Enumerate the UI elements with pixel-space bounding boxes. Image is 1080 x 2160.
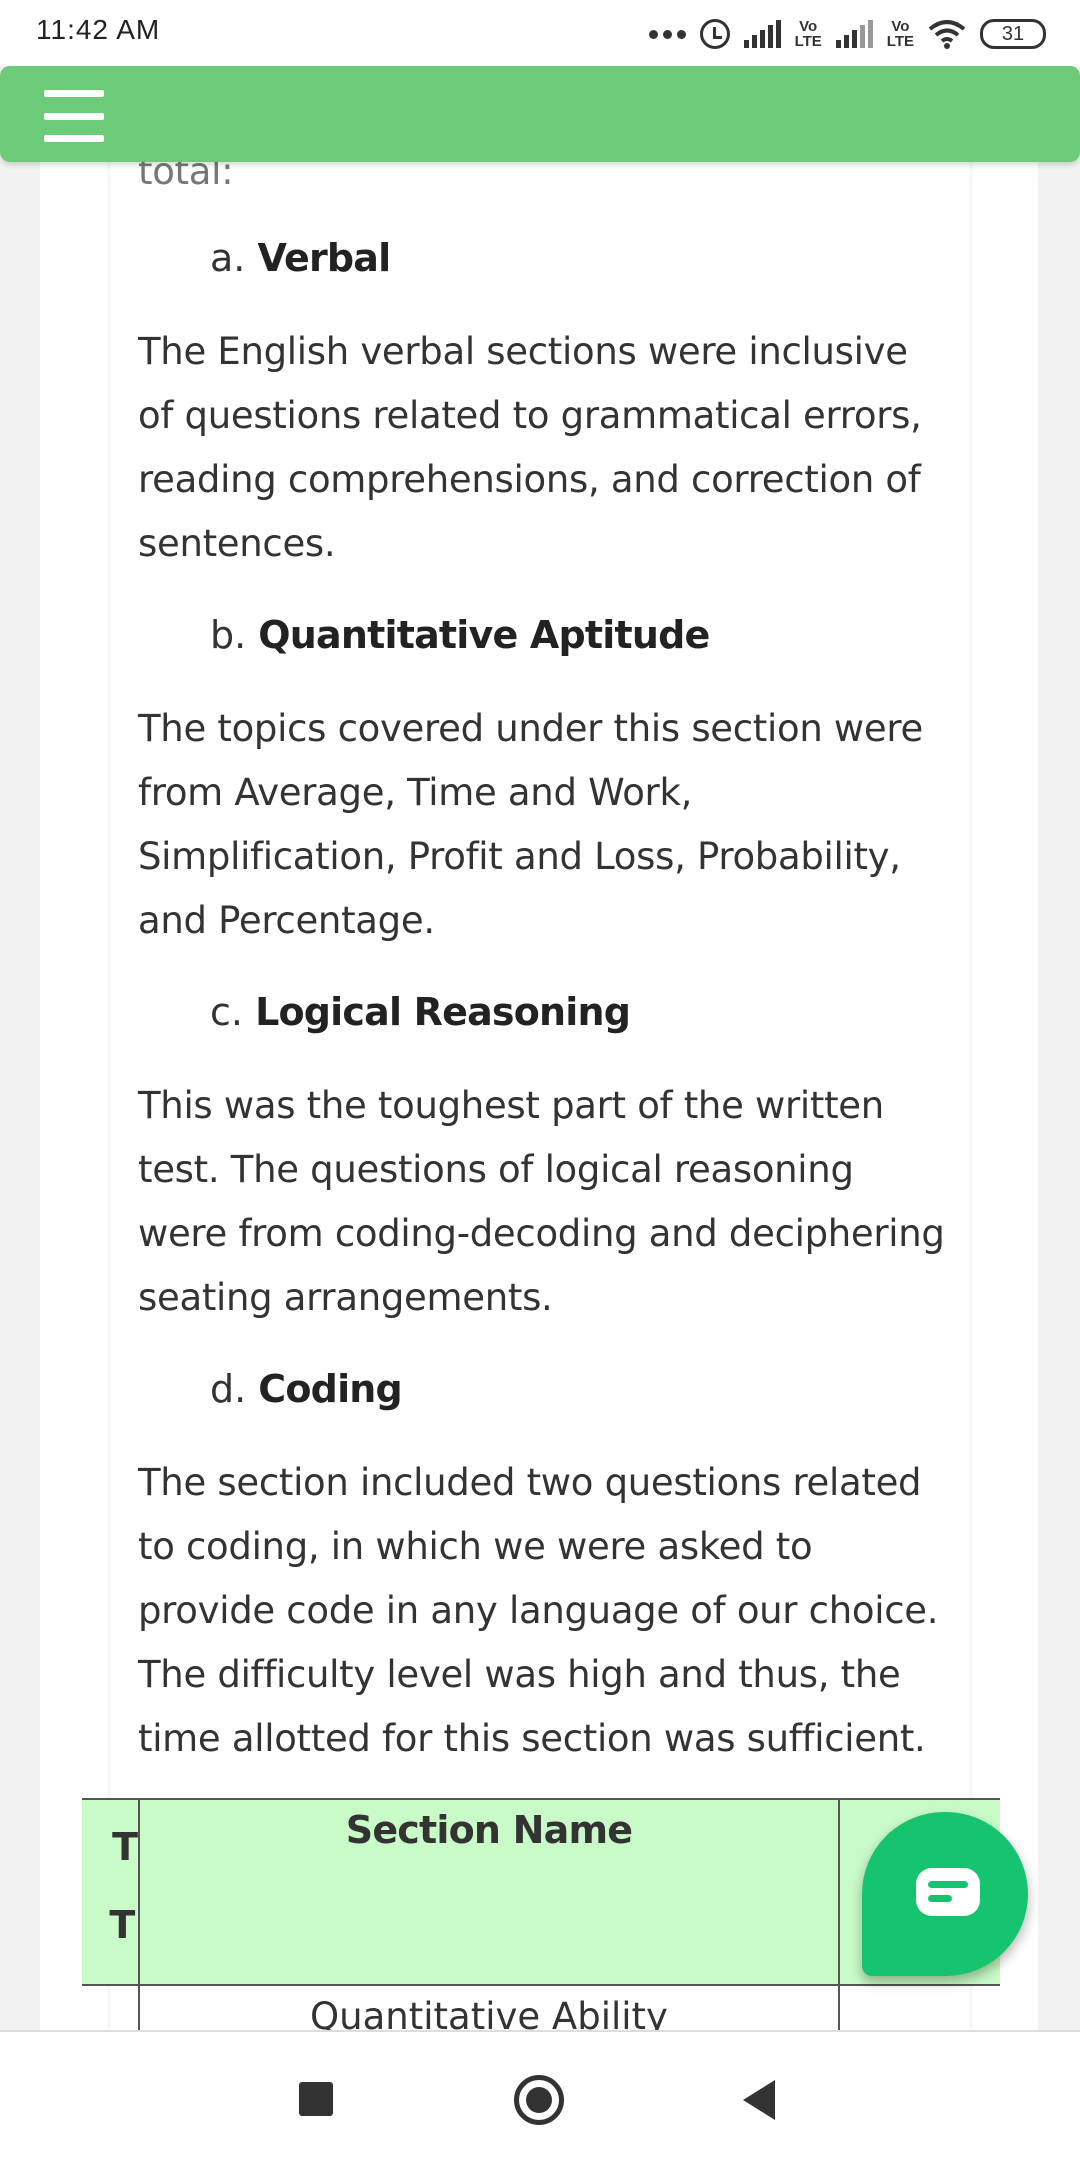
section-title: Verbal	[257, 236, 391, 280]
section-heading-quantitative: b. Quantitative Aptitude	[210, 605, 710, 665]
table-header-fragment: T (T	[108, 1808, 138, 1964]
list-marker: c.	[210, 990, 256, 1034]
status-bar: 11:42 AM Vo LTE Vo LTE 31	[0, 0, 1080, 66]
chat-button[interactable]	[862, 1812, 1028, 1976]
section-body-verbal: The English verbal sections were inclusi…	[138, 330, 922, 565]
section-title: Logical Reasoning	[255, 990, 631, 1034]
section-title: Quantitative Aptitude	[258, 613, 710, 657]
section-body-logical: This was the toughest part of the writte…	[138, 1084, 945, 1319]
home-icon[interactable]	[514, 2075, 564, 2125]
section-title: Coding	[258, 1367, 402, 1411]
navigation-bar	[0, 2030, 1080, 2160]
signal-2-icon	[835, 20, 873, 48]
section-body-quantitative: The topics covered under this section we…	[138, 707, 923, 942]
app-bar	[0, 66, 1080, 162]
table-divider	[838, 1798, 840, 2030]
volte-2-icon: Vo LTE	[886, 18, 914, 50]
status-icons: Vo LTE Vo LTE 31	[648, 12, 1046, 56]
back-icon[interactable]	[743, 2080, 775, 2120]
section-body-coding: The section included two questions relat…	[138, 1461, 939, 1760]
screen: 11:42 AM Vo LTE Vo LTE 31 total: a. Verb…	[0, 0, 1080, 2160]
section-heading-coding: d. Coding	[210, 1359, 403, 1419]
section-heading-verbal: a. Verbal	[210, 228, 391, 288]
wifi-icon	[928, 20, 966, 49]
signal-1-icon	[743, 20, 781, 48]
list-marker: d.	[210, 1367, 259, 1411]
list-marker: a.	[210, 236, 258, 280]
table-header-fragment-2: (T	[108, 1903, 136, 1947]
table-header-fragment-1: T	[112, 1825, 138, 1869]
chat-bubble-icon	[916, 1868, 980, 1916]
hamburger-menu-icon[interactable]	[38, 88, 110, 144]
status-time: 11:42 AM	[36, 14, 161, 45]
more-notifications-icon	[648, 29, 686, 39]
alarm-icon	[699, 19, 730, 49]
list-marker: b.	[210, 613, 259, 657]
battery-icon: 31	[980, 19, 1046, 49]
table-header-section-name: Section Name	[345, 1808, 633, 1852]
volte-1-icon: Vo LTE	[794, 18, 822, 50]
recent-apps-icon[interactable]	[299, 2082, 333, 2116]
paragraph-fragment: total:	[138, 160, 234, 193]
article-content: total: a. Verbal The English verbal sect…	[110, 160, 970, 2030]
section-heading-logical: c. Logical Reasoning	[210, 982, 631, 1042]
